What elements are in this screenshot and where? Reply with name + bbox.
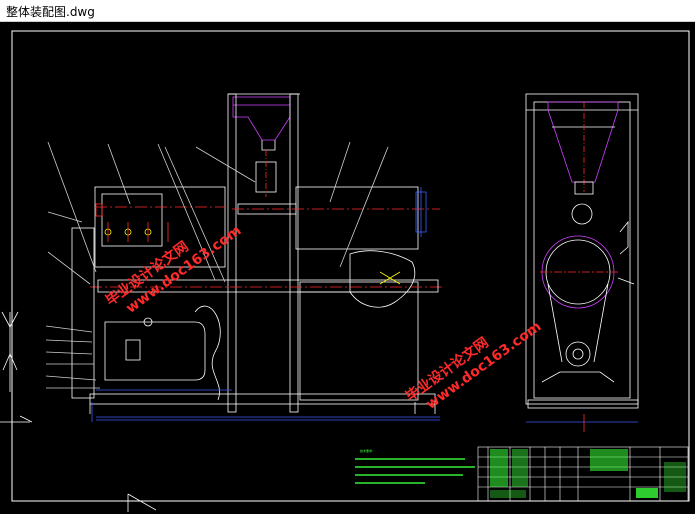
window-title: 整体装配图.dwg (6, 5, 95, 19)
ucs-axis-icon (0, 311, 33, 423)
svg-text:技术要求:: 技术要求: (360, 448, 374, 453)
drawing-frame (11, 30, 690, 502)
side-view (525, 93, 639, 432)
assembly-drawing: 技术要求: 毕业设计论文网 www.doc163.com 毕业设计论文网 www… (0, 30, 690, 512)
watermark-left: 毕业设计论文网 www.doc163.com (102, 223, 244, 317)
front-view (45, 93, 445, 422)
window-titlebar: 整体装配图.dwg (0, 0, 695, 22)
technical-notes: 技术要求: (355, 448, 475, 484)
cad-canvas[interactable]: 技术要求: 毕业设计论文网 www.doc163.com 毕业设计论文网 www… (0, 22, 695, 514)
watermark-right: 毕业设计论文网 www.doc163.com (402, 319, 544, 413)
title-block (477, 446, 689, 502)
bottom-marker (127, 493, 157, 512)
